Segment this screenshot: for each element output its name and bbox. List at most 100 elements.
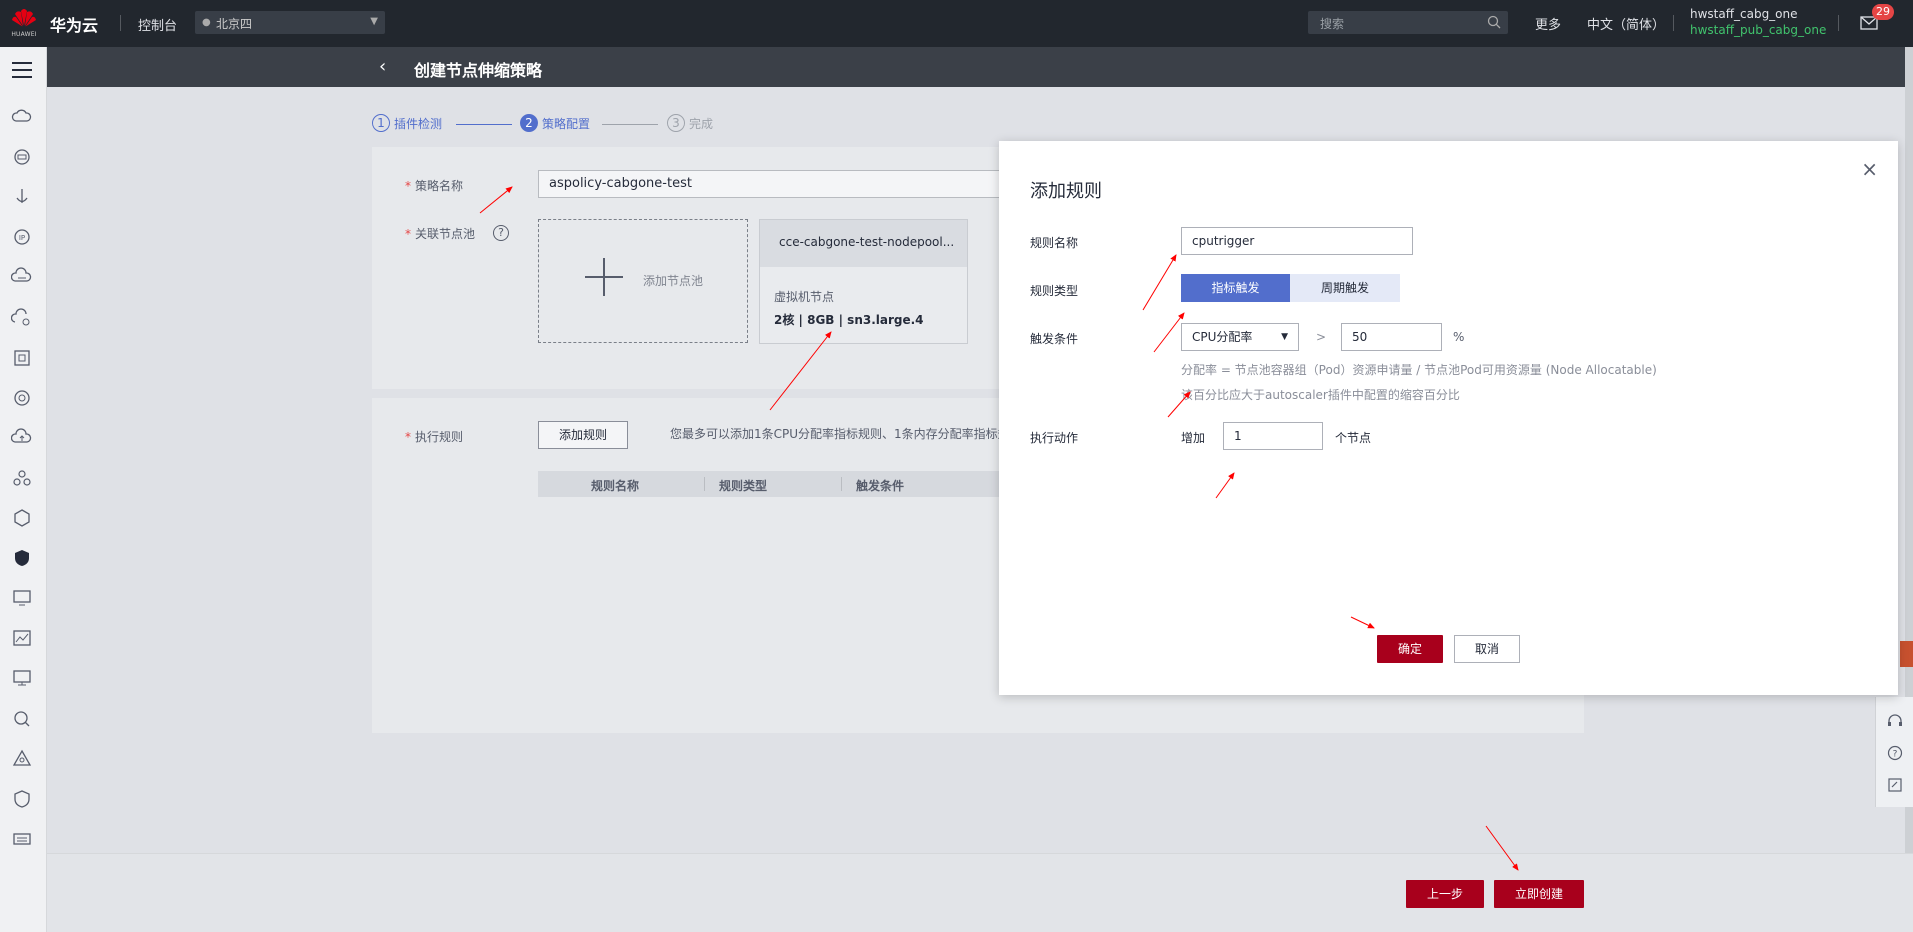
message-count-badge[interactable]: 29 (1872, 4, 1894, 20)
node-pool-spec: 2核 | 8GB | sn3.large.4 (774, 313, 924, 327)
node-pool-name: cce-cabgone-test-nodepool... (760, 220, 967, 267)
node-pool-card[interactable]: cce-cabgone-test-nodepool... 虚拟机节点 2核 | … (759, 219, 968, 344)
search-placeholder: 搜索 (1320, 17, 1345, 31)
rule-type-label: 规则类型 (1030, 284, 1079, 298)
cluster-icon[interactable] (11, 467, 33, 489)
network-icon[interactable] (11, 748, 33, 770)
rules-label: * 执行规则 (405, 430, 464, 444)
column-header: 规则名称 (591, 479, 640, 493)
step-connector (456, 124, 512, 125)
confirm-button[interactable]: 确定 (1377, 635, 1443, 663)
rule-name-input[interactable]: cputrigger (1181, 227, 1413, 255)
left-nav: IP (0, 47, 47, 932)
step-finish: 3 完成 (667, 114, 713, 134)
operator-label: > (1316, 330, 1327, 344)
language-selector[interactable]: 中文（简体） (1587, 14, 1665, 33)
node-pool-label: * 关联节点池 (405, 227, 476, 241)
logo-text: HUAWEI (11, 31, 37, 38)
divider (1673, 15, 1674, 31)
huawei-logo[interactable]: HUAWEI (10, 7, 38, 41)
column-separator (841, 477, 842, 491)
policy-name-input[interactable]: aspolicy-cabgone-test (538, 170, 1000, 198)
screen-icon[interactable] (11, 667, 33, 689)
back-icon[interactable]: ‹ (379, 56, 386, 77)
step-policy-config: 2 策略配置 (520, 114, 590, 134)
plus-icon (585, 258, 623, 296)
cube-icon[interactable] (11, 507, 33, 529)
threshold-unit: % (1453, 330, 1465, 344)
add-rule-dialog: 添加规则 × 规则名称 cputrigger 规则类型 指标触发 周期触发 触发… (999, 141, 1898, 695)
action-label: 执行动作 (1030, 431, 1079, 445)
cloud-upload-icon[interactable] (10, 427, 33, 449)
step-label: 插件检测 (394, 116, 443, 131)
svg-text:IP: IP (19, 234, 25, 242)
console-link[interactable]: 控制台 (138, 15, 177, 34)
target-icon[interactable] (11, 387, 33, 409)
edit-note-icon[interactable] (1887, 777, 1903, 793)
help-icon[interactable]: ? (493, 225, 509, 241)
monitor-icon[interactable] (11, 587, 33, 609)
brand-name[interactable]: 华为云 (50, 12, 98, 36)
prev-step-button[interactable]: 上一步 (1406, 880, 1484, 908)
cloud-service-icon[interactable] (10, 266, 33, 288)
close-icon[interactable]: × (1861, 157, 1878, 181)
location-pin-icon: ● (202, 17, 211, 28)
column-header: 触发条件 (856, 479, 905, 493)
periodic-trigger-option[interactable]: 周期触发 (1290, 274, 1400, 302)
step-plugin-check: 1 插件检测 (372, 114, 442, 134)
divider (1838, 15, 1839, 31)
metric-select[interactable]: CPU分配率 ▼ (1181, 323, 1299, 351)
question-icon[interactable]: ? (1887, 745, 1903, 761)
headset-icon[interactable] (1887, 713, 1903, 729)
user-account[interactable]: hwstaff_pub_cabg_one (1690, 23, 1826, 37)
node-pool-type: 虚拟机节点 (774, 290, 835, 304)
right-toolbar: ? (1875, 697, 1913, 807)
more-menu[interactable]: 更多 (1535, 14, 1561, 33)
step-label: 完成 (689, 116, 714, 131)
feedback-tab[interactable] (1900, 641, 1913, 667)
trigger-condition-label: 触发条件 (1030, 332, 1079, 346)
rules-table-header: 规则名称 规则类型 触发条件 (538, 471, 1000, 497)
create-now-button[interactable]: 立即创建 (1494, 880, 1584, 908)
box-icon[interactable] (11, 347, 33, 369)
column-header: 规则类型 (719, 479, 768, 493)
security-icon[interactable] (11, 788, 33, 810)
search-circle-icon[interactable] (11, 708, 33, 730)
metric-select-value: CPU分配率 (1192, 330, 1253, 344)
footer-bar (47, 853, 1913, 932)
menu-icon[interactable] (12, 62, 32, 78)
divider (120, 15, 121, 31)
keyboard-icon[interactable] (11, 828, 33, 850)
node-count-input[interactable]: 1 (1223, 422, 1323, 450)
shield-icon[interactable] (11, 547, 33, 569)
anchor-icon[interactable] (11, 186, 33, 208)
percentage-hint: 该百分比应大于autoscaler插件中配置的缩容百分比 (1181, 388, 1460, 402)
search-input[interactable]: 搜索 (1308, 11, 1508, 34)
database-icon[interactable] (11, 146, 33, 168)
chart-icon[interactable] (11, 627, 33, 649)
search-icon[interactable] (1487, 15, 1501, 29)
page-title: 创建节点伸缩策略 (414, 61, 543, 80)
region-selector[interactable]: ● 北京四 ▼ (195, 11, 385, 34)
svg-text:?: ? (1893, 750, 1898, 760)
threshold-input[interactable]: 50 (1341, 323, 1442, 351)
step-number: 2 (520, 114, 538, 132)
add-rule-button[interactable]: 添加规则 (538, 421, 628, 449)
policy-name-label: * 策略名称 (405, 179, 464, 193)
step-number: 1 (372, 114, 390, 132)
cancel-button[interactable]: 取消 (1454, 635, 1520, 663)
ip-icon[interactable]: IP (11, 226, 33, 248)
column-separator (704, 477, 705, 491)
action-unit: 个节点 (1335, 431, 1372, 445)
user-name[interactable]: hwstaff_cabg_one (1690, 7, 1798, 21)
cloud-icon[interactable] (11, 106, 33, 128)
add-node-pool-button[interactable]: 添加节点池 (538, 219, 748, 343)
huawei-flower-icon (12, 9, 36, 27)
metric-trigger-option[interactable]: 指标触发 (1181, 274, 1290, 302)
allocation-rate-hint: 分配率 = 节点池容器组（Pod）资源申请量 / 节点池Pod可用资源量 (No… (1181, 363, 1657, 377)
cloud-gear-icon[interactable] (10, 307, 33, 329)
caret-down-icon: ▼ (1281, 332, 1288, 342)
rules-note: 您最多可以添加1条CPU分配率指标规则、1条内存分配率指标规则 (670, 427, 1000, 441)
dialog-title: 添加规则 (1030, 181, 1102, 202)
step-number: 3 (667, 114, 685, 132)
